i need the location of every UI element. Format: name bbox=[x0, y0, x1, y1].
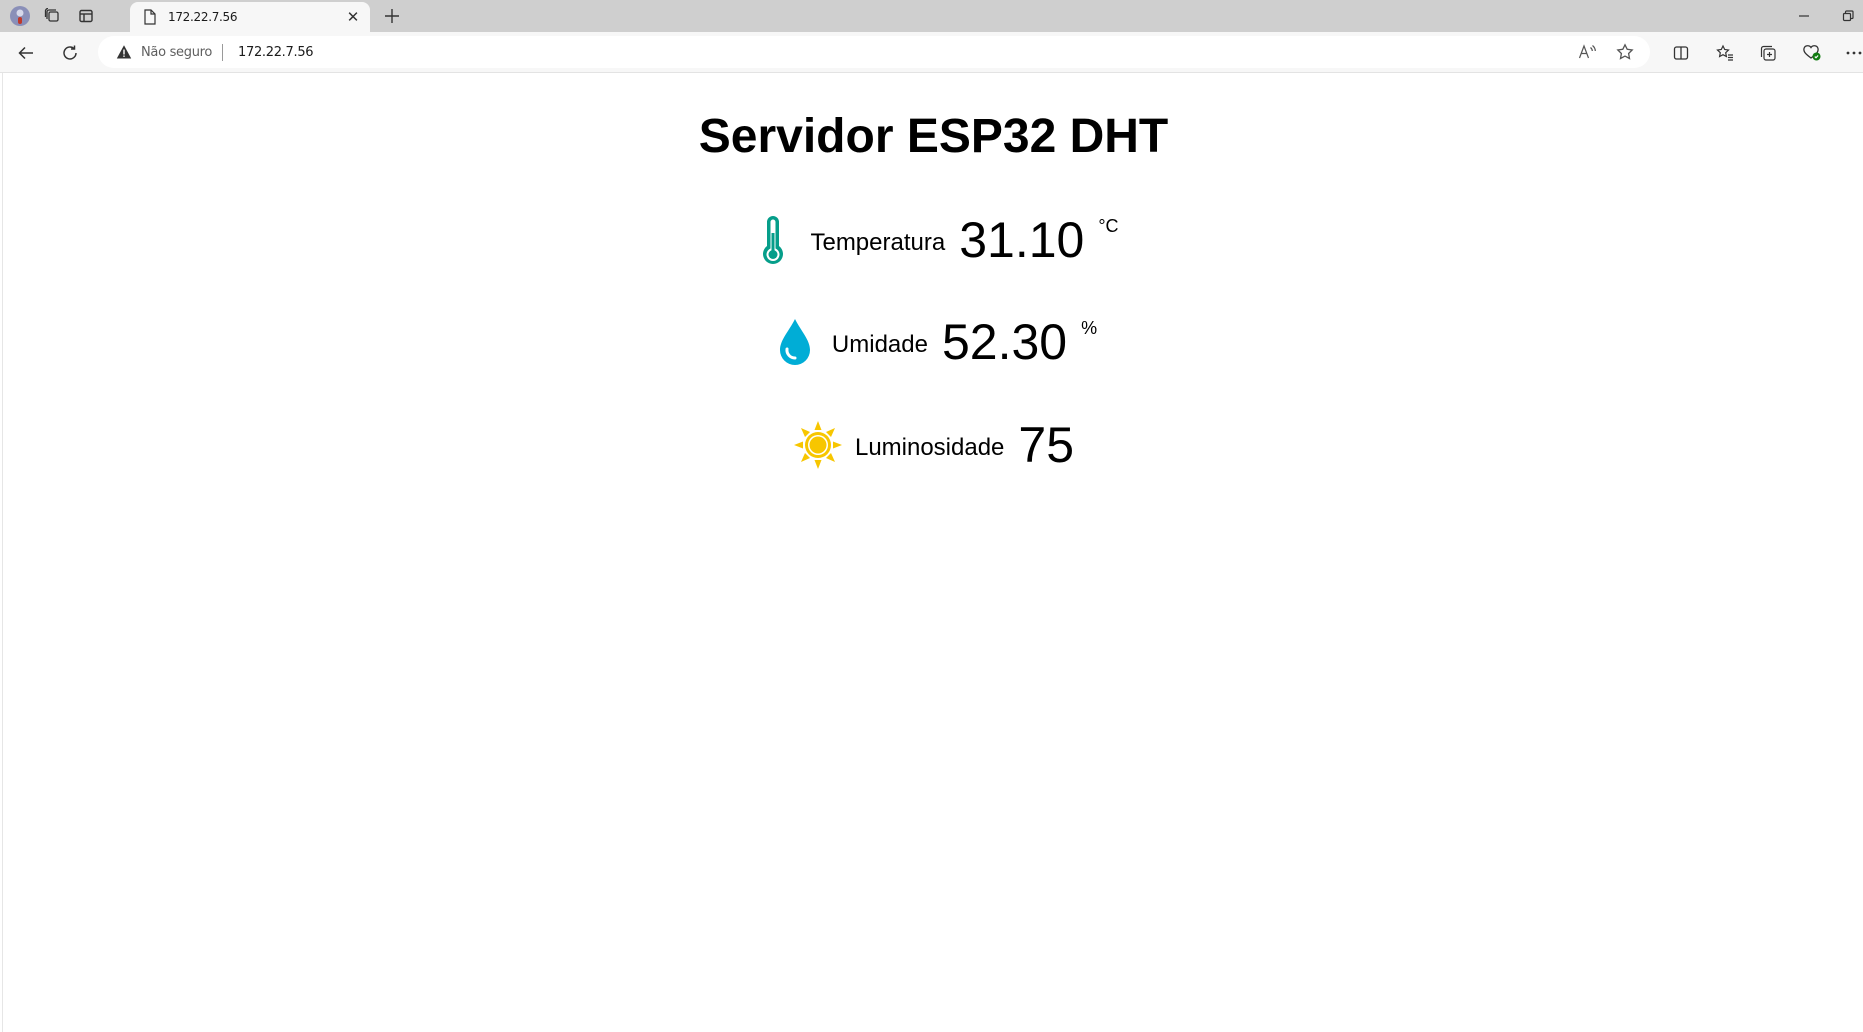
plus-icon bbox=[385, 9, 399, 23]
workspaces-icon bbox=[44, 8, 59, 22]
minimize-button[interactable] bbox=[1792, 4, 1816, 28]
humidity-reading: Umidade 52.30 % bbox=[3, 313, 1863, 371]
luminosity-label: Luminosidade bbox=[854, 434, 1005, 461]
back-arrow-icon bbox=[18, 46, 33, 60]
water-drop-icon bbox=[770, 317, 820, 367]
favorite-star-icon[interactable] bbox=[1614, 41, 1636, 63]
address-separator bbox=[222, 44, 223, 61]
minimize-icon bbox=[1799, 15, 1809, 17]
refresh-icon bbox=[63, 45, 77, 60]
luminosity-reading: Luminosidade 75 bbox=[3, 416, 1863, 474]
page-icon bbox=[142, 9, 158, 25]
more-dots-icon bbox=[1846, 51, 1862, 55]
humidity-label: Umidade bbox=[831, 331, 928, 358]
restore-icon bbox=[1842, 10, 1854, 22]
browser-essentials-icon bbox=[1803, 45, 1821, 61]
address-bar[interactable]: Não seguro 172.22.7.56 bbox=[98, 36, 1650, 68]
tab-title: 172.22.7.56 bbox=[168, 10, 238, 24]
favorites-list-icon bbox=[1716, 44, 1733, 61]
temperature-value: 31.10 bbox=[959, 212, 1085, 268]
profile-avatar-icon bbox=[10, 6, 30, 26]
restore-button[interactable] bbox=[1836, 4, 1860, 28]
page-title: Servidor ESP32 DHT bbox=[698, 110, 1169, 163]
temperature-unit: °C bbox=[1098, 215, 1119, 236]
favorites-button[interactable] bbox=[1712, 40, 1738, 66]
workspaces-button[interactable] bbox=[38, 4, 66, 28]
humidity-unit: % bbox=[1081, 317, 1098, 338]
luminosity-value: 75 bbox=[1018, 417, 1075, 473]
refresh-button[interactable] bbox=[57, 40, 83, 66]
settings-more-button[interactable] bbox=[1841, 40, 1863, 66]
profile-button[interactable] bbox=[6, 4, 34, 28]
temperature-label: Temperatura bbox=[810, 229, 946, 256]
collections-icon bbox=[1760, 45, 1776, 61]
browser-toolbar: Não seguro 172.22.7.56 bbox=[0, 32, 1863, 73]
read-aloud-icon[interactable] bbox=[1576, 41, 1598, 63]
active-tab[interactable]: 172.22.7.56 ✕ bbox=[130, 2, 370, 32]
split-screen-icon bbox=[1673, 46, 1689, 60]
close-tab-icon[interactable]: ✕ bbox=[344, 8, 362, 26]
url-text[interactable]: 172.22.7.56 bbox=[238, 45, 314, 60]
warning-icon bbox=[116, 45, 132, 59]
tab-strip: 172.22.7.56 ✕ bbox=[0, 0, 1863, 32]
split-screen-button[interactable] bbox=[1668, 40, 1694, 66]
temperature-reading: Temperatura 31.10 °C bbox=[3, 211, 1863, 269]
security-status[interactable]: Não seguro bbox=[141, 45, 212, 60]
tab-actions-button[interactable] bbox=[72, 4, 100, 28]
back-button[interactable] bbox=[13, 40, 39, 66]
humidity-value: 52.30 bbox=[941, 314, 1068, 370]
browser-essentials-button[interactable] bbox=[1799, 40, 1825, 66]
thermometer-icon bbox=[748, 215, 798, 265]
collections-button[interactable] bbox=[1755, 40, 1781, 66]
vertical-tabs-icon bbox=[79, 9, 93, 23]
new-tab-button[interactable] bbox=[380, 4, 404, 28]
web-page: Servidor ESP32 DHT Temperatura 31.10 °C … bbox=[2, 73, 1863, 1032]
sun-icon bbox=[793, 420, 843, 470]
